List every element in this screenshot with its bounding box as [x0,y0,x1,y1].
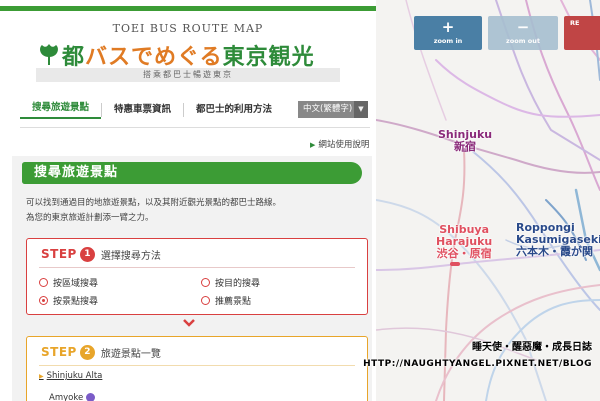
radio-circle-icon [201,296,210,305]
station-label-roppongi[interactable]: Roppongi Kasumigaseki 六本木・霞が関 [516,222,600,258]
logo-english-title: TOEI BUS ROUTE MAP [112,22,264,35]
chevron-down-icon [183,319,195,327]
step1-box: STEP 1 選擇搜尋方法 按區域搜尋 按目的搜尋 按景點搜尋 推薦景點 [26,238,368,315]
step1-number-badge: 1 [79,246,95,262]
language-select-value: 中文(繁體字) [303,104,353,114]
zoom-in-button[interactable]: + zoom in [414,16,482,50]
radio-circle-icon [39,278,48,287]
spot-list-item[interactable]: ▶ Shinjuku Alta [39,371,102,381]
nav-item-how-to-use[interactable]: 都巴士的利用方法 [184,103,284,117]
station-name-jp: 六本木・霞が関 [516,245,593,258]
station-label-shibuya[interactable]: Shibuya Harajuku 渋谷・原宿 [436,224,492,260]
radio-search-by-purpose[interactable]: 按目的搜尋 [201,276,260,289]
site-help-link-label: 網站使用說明 [318,140,370,150]
step2-divider [39,365,355,366]
plus-icon: + [441,18,455,36]
radio-label: 按區域搜尋 [53,279,99,289]
radio-label: 按景點搜尋 [53,297,99,307]
nav-item-ticket-deals[interactable]: 特惠車票資訊 [102,103,183,117]
reset-button[interactable]: RE [564,16,600,50]
step1-word: STEP [41,247,77,261]
language-select[interactable]: 中文(繁體字) ▼ [298,101,368,118]
triangle-right-icon: ▶ [310,141,316,149]
step1-divider [39,267,355,268]
spot-list-item[interactable]: Amyoke [49,393,96,401]
step2-word: STEP [41,345,77,359]
watermark-url: HTTP://NAUGHTYANGEL.PIXNET.NET/BLOG [363,359,592,369]
spot-list-item-label: Amyoke [49,393,84,401]
radio-circle-icon [201,278,210,287]
step1-header: STEP 1 選擇搜尋方法 [41,245,161,263]
radio-label: 推薦景點 [215,297,252,307]
nav-item-search-spots[interactable]: 搜尋旅遊景點 [20,101,102,119]
watermark-line-1: 睡天使・醒惡魔・成長日誌 [472,342,592,353]
search-panel: 搜尋旅遊景點 可以找到通過目的地旅遊景點，以及其附近觀光景點的都巴士路線。 為您… [12,156,372,401]
nav-bottom-rule [20,127,370,128]
zoom-out-label: zoom out [506,37,540,45]
top-accent-bar [0,6,376,11]
step1-title: 選擇搜尋方法 [100,250,161,262]
reset-label: RE [570,19,580,27]
section-title: 搜尋旅遊景點 [22,162,362,184]
site-logo[interactable]: 都バスでめぐる東京観光 [38,40,315,70]
site-help-link[interactable]: ▶ 網站使用說明 [310,138,369,150]
chevron-down-icon: ▼ [354,101,368,118]
spot-marker-icon [86,393,96,401]
radio-search-by-spot[interactable]: 按景點搜尋 [39,294,98,307]
step2-title: 旅遊景點一覽 [100,348,161,360]
logo-subtitle: 搭乘都巴士暢遊東京 [36,68,340,82]
radio-label: 按目的搜尋 [215,279,261,289]
intro-line-1: 可以找到通過目的地旅遊景點，以及其附近觀光景點的都巴士路線。 [26,198,282,208]
spot-list-item-label: Shinjuku Alta [46,371,103,381]
left-panel: TOEI BUS ROUTE MAP 都バスでめぐる東京観光 搭乘都巴士暢遊東京… [0,0,376,401]
logo-title-part-1: 都 [62,44,86,70]
zoom-out-button[interactable]: − zoom out [488,16,558,50]
station-name-jp: 新宿 [454,140,477,153]
intro-text: 可以找到通過目的地旅遊景點，以及其附近觀光景點的都巴士路線。 為您的東京旅遊計劃… [26,196,366,226]
step2-header: STEP 2 旅遊景點一覽 [41,343,161,361]
radio-checked-icon [39,296,48,305]
logo-title-part-2: バスでめぐる [85,44,223,70]
intro-line-2: 為您的東京旅遊計劃添一臂之力。 [26,213,154,223]
step2-number-badge: 2 [79,344,95,360]
watermark: 睡天使・醒惡魔・成長日誌 HTTP://NAUGHTYANGEL.PIXNET.… [363,340,592,372]
minus-icon: − [516,18,530,36]
radio-recommended-spots[interactable]: 推薦景點 [201,294,251,307]
station-name-jp: 渋谷・原宿 [436,247,492,260]
ginkgo-leaf-icon [40,44,58,65]
zoom-in-label: zoom in [433,37,463,45]
radio-search-by-area[interactable]: 按區域搜尋 [39,276,98,289]
logo-title-part-3: 東京観光 [222,44,315,70]
logo-title: 都バスでめぐる東京観光 [62,39,315,71]
triangle-right-icon: ▶ [39,373,44,380]
step2-box: STEP 2 旅遊景點一覽 ▶ Shinjuku Alta Amyoke [26,336,368,401]
station-marker [450,262,460,266]
station-label-shinjuku[interactable]: Shinjuku 新宿 [438,129,492,153]
